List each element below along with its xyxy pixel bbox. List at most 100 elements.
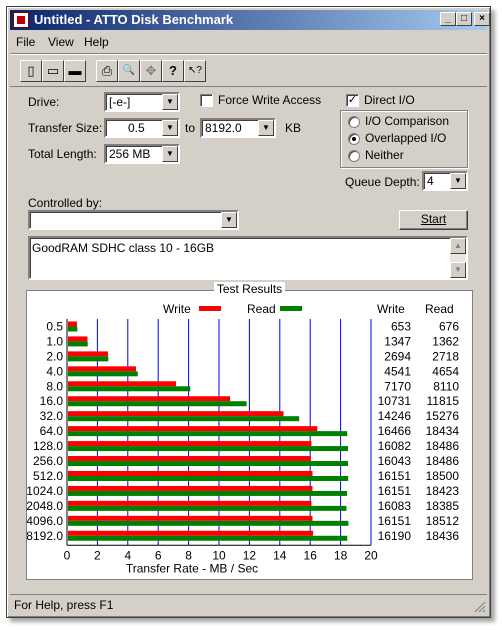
overlapped-io-radio[interactable] [348,133,360,145]
chevron-down-icon[interactable]: ▼ [221,212,237,228]
transfer-to-value: 8192.0 [205,121,242,135]
overlapped-io-label[interactable]: Overlapped I/O [365,131,446,145]
write-value: 1347 [384,334,411,348]
title-bar[interactable]: Untitled - ATTO Disk Benchmark _ □ × [10,10,490,30]
chevron-down-icon[interactable]: ▼ [162,120,178,136]
read-value: 8110 [433,379,459,393]
maximize-button[interactable]: □ [456,12,472,26]
read-value: 18434 [426,424,460,438]
write-bar [68,426,318,432]
resize-grip-icon[interactable] [472,599,486,613]
chevron-down-icon[interactable]: ▼ [450,173,466,189]
read-value: 11815 [427,394,460,408]
x-tick-label: 12 [243,548,257,562]
neither-radio[interactable] [348,150,360,162]
write-bar [68,485,313,491]
category-label: 4096.0 [27,514,63,528]
transfer-from-select[interactable]: 0.5 ▼ [104,118,180,138]
x-tick-label: 14 [273,548,287,562]
category-label: 512.0 [33,469,63,483]
x-tick-label: 8 [185,548,192,562]
print-preview-icon[interactable]: 🔍 [118,60,140,82]
read-bar [68,416,300,422]
read-value: 18486 [426,439,460,453]
read-bar [68,371,138,377]
scroll-up-icon[interactable]: ▲ [450,238,466,254]
transfer-to-select[interactable]: 8192.0 ▼ [200,118,276,138]
x-axis-title: Transfer Rate - MB / Sec [126,561,258,575]
write-value: 16466 [378,424,412,438]
write-value: 16190 [378,529,412,543]
read-value: 2718 [432,349,459,363]
x-tick-label: 20 [364,548,378,562]
print-icon[interactable]: ⎙ [96,60,118,82]
io-comparison-radio[interactable] [348,116,360,128]
write-value: 16083 [378,499,412,513]
minimize-button[interactable]: _ [440,12,456,26]
neither-label[interactable]: Neither [365,148,404,162]
move-icon[interactable]: ✥ [140,60,162,82]
read-bar [68,475,349,481]
app-window: Untitled - ATTO Disk Benchmark _ □ × Fil… [6,6,491,618]
x-tick-label: 0 [64,548,71,562]
open-icon[interactable]: ▭ [42,60,64,82]
force-write-label[interactable]: Force Write Access [218,93,321,107]
read-value: 1362 [432,334,459,348]
read-value: 18500 [426,469,460,483]
read-bar [68,490,348,496]
chevron-down-icon[interactable]: ▼ [162,94,178,110]
x-tick-label: 2 [94,548,101,562]
queue-depth-label: Queue Depth: [345,175,420,189]
write-value: 14246 [378,409,412,423]
io-comparison-label[interactable]: I/O Comparison [365,114,449,128]
toolbar: ▯ ▭ ▬ ⎙ 🔍 ✥ ? ↖? [10,53,487,87]
save-icon[interactable]: ▬ [64,60,86,82]
chevron-down-icon[interactable]: ▼ [162,146,178,162]
controlled-by-select[interactable]: ▼ [28,210,239,230]
app-icon[interactable] [13,12,29,28]
write-value: 10731 [378,394,412,408]
write-value: 2694 [384,349,411,363]
category-label: 128.0 [33,439,63,453]
category-label: 1024.0 [27,484,63,498]
kb-label: KB [285,121,302,135]
read-bar [68,326,78,332]
context-help-icon[interactable]: ↖? [184,60,206,82]
description-scrollbar[interactable]: ▲ ▼ [450,238,466,278]
write-bar [68,411,284,417]
queue-depth-select[interactable]: 4 ▼ [422,171,468,191]
close-button[interactable]: × [474,12,490,26]
status-text: For Help, press F1 [14,598,114,612]
description-textarea[interactable]: GoodRAM SDHC class 10 - 16GB ▲ ▼ [28,236,468,280]
direct-io-label[interactable]: Direct I/O [364,93,415,107]
read-bar [68,341,88,347]
drive-value: [-e-] [109,95,131,109]
menu-help[interactable]: Help [84,35,109,49]
total-length-select[interactable]: 256 MB ▼ [104,144,180,164]
category-label: 4.0 [46,364,63,378]
write-value: 16151 [378,514,412,528]
force-write-checkbox[interactable] [200,94,213,107]
chevron-down-icon[interactable]: ▼ [258,120,274,136]
menu-file[interactable]: File [16,35,35,49]
read-value: 15276 [426,409,460,423]
menu-view[interactable]: View [48,35,74,49]
read-value: 18436 [426,529,460,543]
scroll-down-icon[interactable]: ▼ [450,262,466,278]
menu-bar: File View Help [10,32,487,52]
test-results-panel: Test Results Write Read Write Read 02468… [26,282,473,580]
read-bar [68,356,109,362]
category-label: 0.5 [46,319,63,333]
start-button[interactable]: Start [399,210,468,230]
new-icon[interactable]: ▯ [20,60,42,82]
write-value: 653 [391,319,411,333]
read-bar [68,431,348,437]
transfer-from-value: 0.5 [128,121,145,135]
write-bar [68,500,312,506]
write-bar [68,515,313,521]
drive-select[interactable]: [-e-] ▼ [104,92,180,112]
category-label: 256.0 [33,454,63,468]
direct-io-checkbox[interactable]: ✓ [346,94,359,107]
help-icon[interactable]: ? [162,60,184,82]
write-value: 16151 [378,484,412,498]
